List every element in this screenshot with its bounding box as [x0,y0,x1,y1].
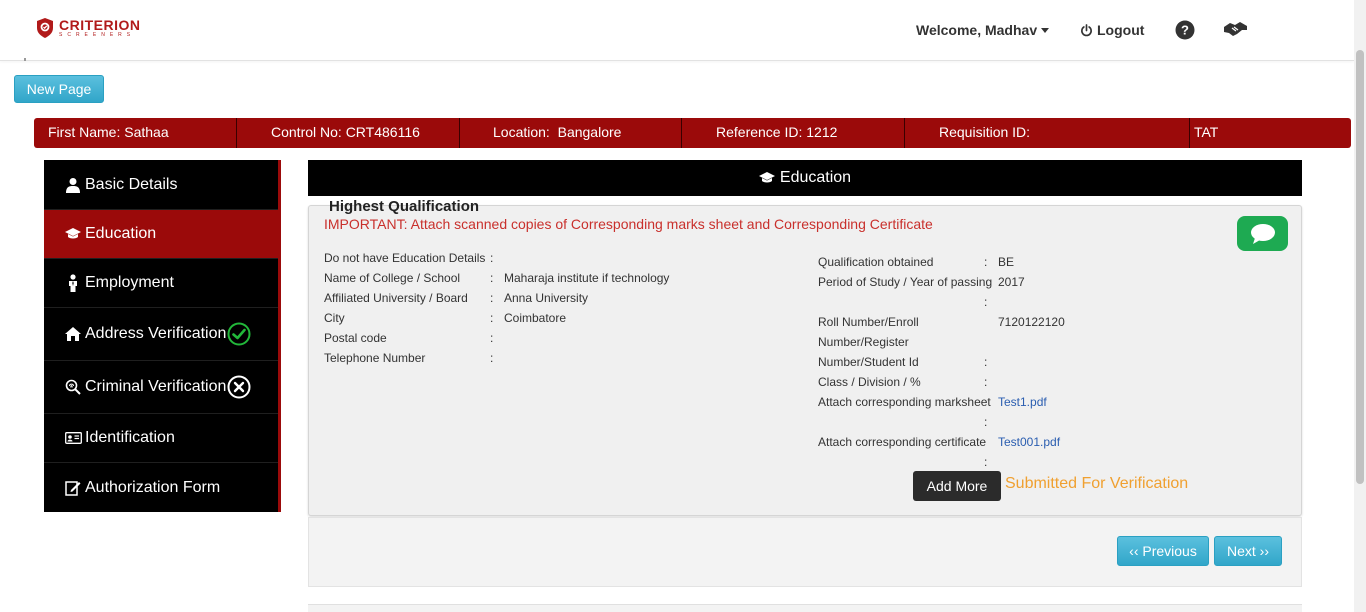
shield-logo-icon [37,18,53,38]
detail-row-college: Name of College / School : Maharaja inst… [324,271,670,285]
handshake-icon[interactable] [1222,18,1250,42]
verification-status: Submitted For Verification [1005,475,1189,492]
brand-name: CRITERION [59,17,141,33]
id-card-icon [64,432,82,444]
control-number-field: Control No: CRT486116 [237,118,460,148]
detail-row-city: City : Coimbatore [324,311,567,325]
sidebar-item-label: Identification [85,429,175,446]
sidebar-item-address-verification[interactable]: Address Verification [44,308,278,361]
section-header: Education [308,160,1302,196]
user-menu-dropdown[interactable]: Welcome, Madhav [916,22,1050,38]
sidebar-item-authorization-form[interactable]: Authorization Form [44,463,278,512]
detail-row-telephone: Telephone Number : [324,351,494,365]
pager-panel: ‹‹ Previous Next ›› [308,517,1302,587]
detail-row-university: Affiliated University / Board : Anna Uni… [324,291,589,305]
sidebar-item-basic-details[interactable]: Basic Details [44,160,278,210]
next-button[interactable]: Next ›› [1214,536,1282,566]
comment-button[interactable] [1237,216,1288,251]
top-navbar: CRITERION SCREENERS Welcome, Madhav Logo… [0,0,1354,61]
welcome-text: Welcome, Madhav [916,22,1038,38]
sidebar-item-label: Authorization Form [85,478,221,496]
rejected-x-icon [227,375,251,399]
sidebar-item-label: Basic Details [85,175,178,193]
location-value: Bangalore [557,124,622,140]
sidebar-item-employment[interactable]: Employment [44,259,278,308]
section-title: Education [779,169,852,186]
candidate-info-bar: First Name: Sathaa Control No: CRT486116… [34,118,1351,148]
detail-row-roll-number: Roll Number/Enroll 7120122120 [818,315,1065,329]
detail-row-postal-code: Postal code : [324,331,494,345]
first-name-field: First Name: Sathaa [34,118,237,148]
detail-row-marksheet: Attach corresponding marksheet Test1.pdf [818,395,1047,409]
sidebar-item-education[interactable]: Education [44,210,278,259]
certificate-file-link[interactable]: Test001.pdf [998,435,1060,449]
graduation-cap-icon [64,228,82,240]
speech-bubble-icon [1250,223,1275,244]
card-title: Highest Qualification [329,198,480,215]
tat-field: TAT [1194,124,1219,140]
location-field: Location: Bangalore [460,118,682,148]
home-icon [64,327,82,341]
period-colon: : [984,295,988,309]
roll-number-label-line-2: Number/Register [818,335,909,349]
logout-link[interactable]: Logout [1080,22,1144,38]
verified-check-icon [227,322,251,346]
person-tie-icon [64,274,82,292]
detail-row-class-division: Class / Division / % : [818,375,988,389]
detail-row-qualification: Qualification obtained : BE [818,255,1015,269]
sidebar-item-label: Education [85,225,157,242]
education-card: Highest Qualification IMPORTANT: Attach … [308,198,1302,516]
caret-down-icon [1041,27,1050,33]
marksheet-colon: : [984,415,988,429]
user-icon [64,177,82,193]
reference-id-field: Reference ID: 1212 [682,118,905,148]
sidebar-nav: Basic Details Education Employment Addre… [44,160,281,512]
add-more-button[interactable]: Add More [913,471,1001,501]
requisition-id-field: Requisition ID: [905,118,1190,148]
brand-tagline: SCREENERS [59,32,136,38]
new-page-button[interactable]: New Page [14,75,104,103]
location-label: Location: [493,124,550,140]
roll-number-label-line-3: Number/Student Id : [818,355,988,369]
certificate-colon: : [984,455,988,469]
important-notice: IMPORTANT: Attach scanned copies of Corr… [324,216,933,232]
detail-row-certificate: Attach corresponding certificate Test001… [818,435,1061,449]
edit-form-icon [64,480,82,496]
power-icon [1081,23,1092,36]
scrollbar-thumb[interactable] [1356,50,1364,484]
logout-label: Logout [1097,22,1145,38]
sidebar-item-label: Employment [85,274,174,291]
previous-button[interactable]: ‹‹ Previous [1117,536,1209,566]
brand-logo[interactable]: CRITERION SCREENERS [37,18,141,38]
detail-row-period: Period of Study / Year of passing 2017 [818,275,1025,289]
sidebar-item-criminal-verification[interactable]: Criminal Verification [44,361,278,414]
divider-mark [24,58,26,61]
page-scrollbar[interactable] [1354,0,1366,612]
graduation-cap-icon [758,172,775,183]
detail-row-no-education: Do not have Education Details : [324,251,494,265]
next-panel-edge [308,604,1302,612]
svg-text:?: ? [1181,23,1189,38]
sidebar-item-label: Criminal Verification [85,378,227,395]
sidebar-item-label: Address Verification [85,325,227,342]
fingerprint-search-icon [64,379,82,395]
sidebar-item-identification[interactable]: Identification [44,414,278,463]
marksheet-file-link[interactable]: Test1.pdf [998,395,1047,409]
help-icon[interactable]: ? [1175,20,1195,40]
